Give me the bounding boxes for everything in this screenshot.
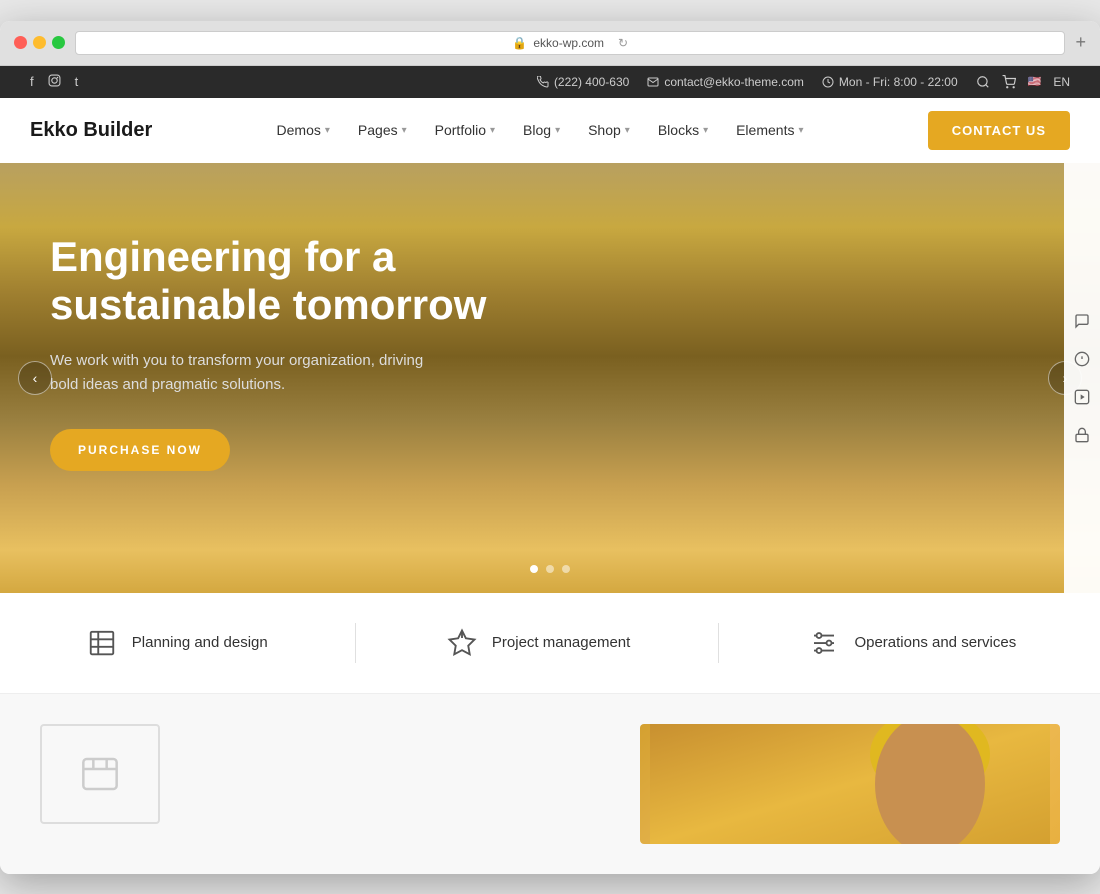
facebook-link[interactable]: f (30, 74, 34, 89)
nav-item-elements[interactable]: Elements ▾ (724, 114, 815, 146)
url-text: ekko-wp.com (533, 36, 604, 50)
social-links: f t (30, 74, 78, 90)
operations-icon (806, 625, 842, 661)
top-bar-icons: 🇺🇸 EN (976, 75, 1070, 89)
right-sidebar (1064, 163, 1100, 593)
lock-sidebar-icon[interactable] (1072, 425, 1092, 445)
chevron-down-icon: ▾ (703, 125, 708, 136)
nav-item-pages[interactable]: Pages ▾ (346, 114, 419, 146)
nav-item-demos[interactable]: Demos ▾ (265, 114, 342, 146)
nav-item-portfolio[interactable]: Portfolio ▾ (423, 114, 507, 146)
email-info: contact@ekko-theme.com (647, 75, 804, 89)
close-button[interactable] (14, 36, 27, 49)
phone-info: (222) 400-630 (537, 75, 629, 89)
cart-icon[interactable] (1002, 75, 1016, 89)
instagram-link[interactable] (48, 74, 61, 90)
traffic-lights (14, 36, 65, 49)
chevron-down-icon: ▾ (325, 125, 330, 136)
bottom-card (40, 724, 160, 824)
service-divider-2 (718, 623, 719, 663)
twitter-link[interactable]: t (75, 74, 79, 89)
planning-icon (84, 625, 120, 661)
browser-window: 🔒 ekko-wp.com ↻ + f t (222) 400-630 cont… (0, 21, 1100, 874)
purchase-now-button[interactable]: PURCHASE NOW (50, 429, 230, 471)
top-bar-contact: (222) 400-630 contact@ekko-theme.com Mon… (537, 75, 1070, 89)
flag-icon: 🇺🇸 (1028, 75, 1042, 88)
chevron-down-icon: ▾ (490, 125, 495, 136)
service-operations: Operations and services (806, 625, 1016, 661)
hero-title: Engineering for a sustainable tomorrow (50, 233, 510, 330)
hours-info: Mon - Fri: 8:00 - 22:00 (822, 75, 958, 89)
browser-chrome: 🔒 ekko-wp.com ↻ + (0, 21, 1100, 66)
service-divider-1 (355, 623, 356, 663)
chevron-down-icon: ▾ (625, 125, 630, 136)
site-logo[interactable]: Ekko Builder (30, 119, 152, 142)
contact-us-button[interactable]: Contact US (928, 111, 1070, 150)
lang-text[interactable]: EN (1053, 75, 1070, 89)
phone-number: (222) 400-630 (554, 75, 629, 89)
refresh-icon[interactable]: ↻ (618, 36, 628, 50)
nav-item-shop[interactable]: Shop ▾ (576, 114, 642, 146)
slider-dots (530, 565, 570, 573)
chevron-down-icon: ▾ (555, 125, 560, 136)
slider-dot-1[interactable] (530, 565, 538, 573)
service-planning-label: Planning and design (132, 634, 268, 651)
management-icon (444, 625, 480, 661)
bottom-section (0, 694, 1100, 874)
hero-subtitle: We work with you to transform your organ… (50, 349, 430, 397)
nav-item-blocks[interactable]: Blocks ▾ (646, 114, 720, 146)
new-tab-button[interactable]: + (1075, 32, 1086, 53)
nav-menu: Demos ▾ Pages ▾ Portfolio ▾ Blog ▾ Shop … (265, 114, 816, 146)
bottom-image (640, 724, 1060, 844)
hours-text: Mon - Fri: 8:00 - 22:00 (839, 75, 958, 89)
minimize-button[interactable] (33, 36, 46, 49)
chevron-down-icon: ▾ (798, 125, 803, 136)
service-planning: Planning and design (84, 625, 268, 661)
service-operations-label: Operations and services (854, 634, 1016, 651)
maximize-button[interactable] (52, 36, 65, 49)
main-navigation: Ekko Builder Demos ▾ Pages ▾ Portfolio ▾… (0, 98, 1100, 163)
search-icon[interactable] (976, 75, 990, 89)
hero-section: Engineering for a sustainable tomorrow W… (0, 163, 1100, 593)
nav-item-blog[interactable]: Blog ▾ (511, 114, 572, 146)
services-bar: Planning and design Project management (0, 593, 1100, 694)
hero-content: Engineering for a sustainable tomorrow W… (0, 163, 560, 542)
hero-prev-button[interactable]: ‹ (18, 361, 52, 395)
address-bar[interactable]: 🔒 ekko-wp.com ↻ (75, 31, 1065, 55)
service-management-label: Project management (492, 634, 630, 651)
lock-icon: 🔒 (512, 36, 527, 50)
info-icon[interactable] (1072, 349, 1092, 369)
email-address: contact@ekko-theme.com (664, 75, 804, 89)
chevron-down-icon: ▾ (402, 125, 407, 136)
comment-icon[interactable] (1072, 311, 1092, 331)
slider-dot-3[interactable] (562, 565, 570, 573)
service-management: Project management (444, 625, 630, 661)
top-bar: f t (222) 400-630 contact@ekko-theme.com… (0, 66, 1100, 98)
play-icon[interactable] (1072, 387, 1092, 407)
slider-dot-2[interactable] (546, 565, 554, 573)
